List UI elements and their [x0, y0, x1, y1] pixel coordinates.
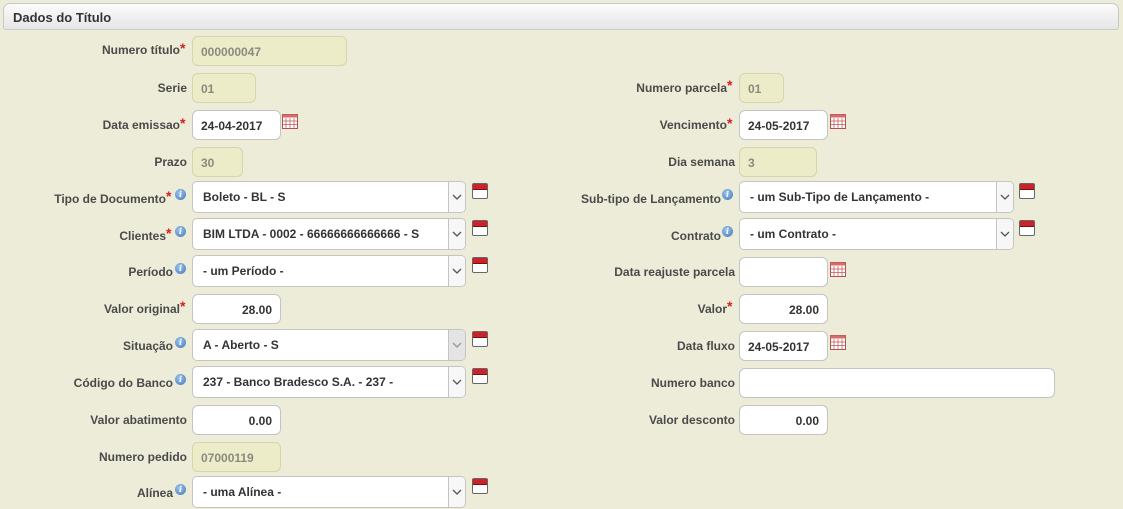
serie-label: Serie — [157, 81, 187, 95]
contrato-select[interactable]: - um Contrato - — [739, 218, 1014, 250]
serie-field: 01 — [192, 73, 256, 103]
info-icon[interactable]: i — [175, 263, 186, 274]
valor-input[interactable]: 28.00 — [739, 294, 828, 324]
calendar-icon[interactable] — [830, 114, 846, 129]
data-emissao-label: Data emissao — [102, 118, 180, 132]
subtipo-lancamento-value: - um Sub-Tipo de Lançamento - — [750, 190, 930, 204]
required-asterisk: * — [727, 115, 733, 131]
vencimento-input[interactable]: 24-05-2017 — [739, 110, 828, 140]
subtipo-lancamento-select[interactable]: - um Sub-Tipo de Lançamento - — [739, 181, 1014, 213]
clientes-value: BIM LTDA - 0002 - 66666666666666 - S — [203, 227, 420, 241]
vencimento-label: Vencimento — [659, 118, 727, 132]
clientes-select[interactable]: BIM LTDA - 0002 - 66666666666666 - S — [192, 218, 466, 250]
required-asterisk: * — [166, 188, 172, 204]
chevron-down-icon[interactable] — [448, 330, 465, 360]
chevron-down-icon[interactable] — [448, 256, 465, 286]
situacao-label: Situação — [122, 339, 173, 353]
numero-titulo-field: 000000047 — [192, 36, 347, 66]
info-icon[interactable]: i — [175, 189, 186, 200]
subtipo-lancamento-label: Sub-tipo de Lançamento — [580, 192, 721, 206]
tipo-documento-value: Boleto - BL - S — [203, 190, 286, 204]
required-asterisk: * — [727, 77, 733, 93]
required-asterisk: * — [180, 298, 186, 314]
data-fluxo-input[interactable]: 24-05-2017 — [739, 331, 828, 361]
valor-abatimento-label: Valor abatimento — [90, 413, 187, 427]
valor-label: Valor — [697, 302, 727, 316]
codigo-banco-value: 237 - Banco Bradesco S.A. - 237 - — [203, 375, 394, 389]
valor-original-input[interactable]: 28.00 — [192, 294, 281, 324]
valor-desconto-label: Valor desconto — [648, 413, 735, 427]
alinea-label: Alínea — [136, 486, 173, 500]
tipo-documento-label: Tipo de Documento — [54, 192, 166, 206]
calendar-icon[interactable] — [282, 114, 298, 129]
info-icon[interactable]: i — [175, 226, 186, 237]
contrato-value: - um Contrato - — [750, 227, 836, 241]
dia-semana-label: Dia semana — [668, 155, 735, 169]
numero-banco-label: Numero banco — [650, 376, 735, 390]
numero-banco-input[interactable] — [739, 368, 1055, 398]
calendar-icon[interactable] — [830, 262, 846, 277]
prazo-label: Prazo — [154, 155, 187, 169]
periodo-select[interactable]: - um Período - — [192, 255, 466, 287]
alinea-select[interactable]: - uma Alínea - — [192, 476, 466, 508]
valor-desconto-input[interactable]: 0.00 — [739, 405, 828, 435]
lookup-book-icon[interactable] — [472, 183, 488, 199]
data-emissao-input[interactable]: 24-04-2017 — [192, 110, 281, 140]
chevron-down-icon[interactable] — [448, 367, 465, 397]
info-icon[interactable]: i — [722, 189, 733, 200]
alinea-value: - uma Alínea - — [203, 485, 282, 499]
lookup-book-icon[interactable] — [472, 257, 488, 273]
lookup-book-icon[interactable] — [472, 220, 488, 236]
numero-pedido-field: 07000119 — [192, 442, 281, 472]
numero-titulo-label: Numero título — [102, 43, 180, 57]
lookup-book-icon[interactable] — [472, 478, 488, 494]
data-reajuste-label: Data reajuste parcela — [614, 265, 735, 279]
required-asterisk: * — [727, 298, 733, 314]
numero-parcela-field: 01 — [739, 73, 784, 103]
codigo-banco-select[interactable]: 237 - Banco Bradesco S.A. - 237 - — [192, 366, 466, 398]
valor-original-label: Valor original — [103, 302, 180, 316]
info-icon[interactable]: i — [175, 484, 186, 495]
lookup-book-icon[interactable] — [1019, 220, 1035, 236]
chevron-down-icon[interactable] — [996, 182, 1013, 212]
lookup-book-icon[interactable] — [1019, 183, 1035, 199]
valor-abatimento-input[interactable]: 0.00 — [192, 405, 281, 435]
dia-semana-field: 3 — [739, 147, 817, 177]
calendar-icon[interactable] — [830, 335, 846, 350]
chevron-down-icon[interactable] — [448, 219, 465, 249]
panel-title: Dados do Título — [13, 10, 112, 25]
required-asterisk: * — [180, 115, 186, 131]
codigo-banco-label: Código do Banco — [73, 376, 173, 390]
required-asterisk: * — [166, 225, 172, 241]
info-icon[interactable]: i — [175, 374, 186, 385]
numero-parcela-label: Numero parcela — [636, 81, 727, 95]
periodo-value: - um Período - — [203, 264, 284, 278]
info-icon[interactable]: i — [175, 337, 186, 348]
data-fluxo-label: Data fluxo — [676, 339, 735, 353]
chevron-down-icon[interactable] — [448, 182, 465, 212]
chevron-down-icon[interactable] — [448, 477, 465, 507]
panel-header: Dados do Título — [3, 3, 1119, 30]
situacao-select[interactable]: A - Aberto - S — [192, 329, 466, 361]
contrato-label: Contrato — [671, 229, 721, 243]
clientes-label: Clientes — [119, 229, 166, 243]
periodo-label: Período — [128, 265, 173, 279]
lookup-book-icon[interactable] — [472, 331, 488, 347]
situacao-value: A - Aberto - S — [203, 338, 279, 352]
required-asterisk: * — [180, 40, 186, 56]
numero-pedido-label: Numero pedido — [98, 450, 187, 464]
chevron-down-icon[interactable] — [996, 219, 1013, 249]
tipo-documento-select[interactable]: Boleto - BL - S — [192, 181, 466, 213]
lookup-book-icon[interactable] — [472, 368, 488, 384]
prazo-field: 30 — [192, 147, 243, 177]
info-icon[interactable]: i — [722, 226, 733, 237]
data-reajuste-input[interactable] — [739, 257, 828, 287]
